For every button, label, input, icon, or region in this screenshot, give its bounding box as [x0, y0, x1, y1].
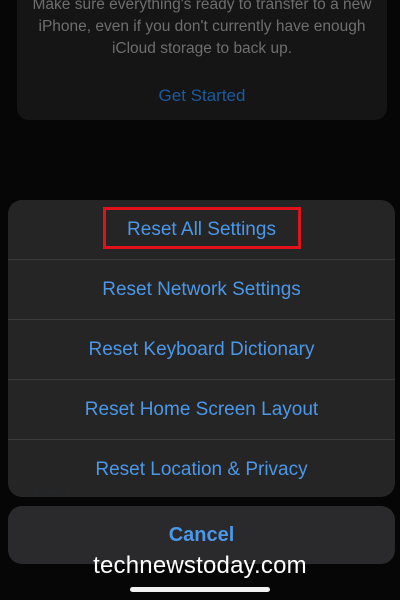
home-indicator[interactable] — [130, 587, 270, 592]
highlight-box — [103, 207, 301, 249]
reset-location-privacy-button[interactable]: Reset Location & Privacy — [8, 440, 395, 497]
reset-home-screen-layout-button[interactable]: Reset Home Screen Layout — [8, 380, 395, 440]
watermark: technewstoday.com — [93, 552, 307, 579]
reset-all-settings-button[interactable]: Reset All Settings — [8, 200, 395, 260]
reset-action-sheet: Reset All Settings Reset Network Setting… — [8, 200, 395, 497]
sheet-item-label: Reset Location & Privacy — [95, 458, 308, 480]
reset-network-settings-button[interactable]: Reset Network Settings — [8, 260, 395, 320]
get-started-link[interactable]: Get Started — [17, 86, 387, 106]
screen: Make sure everything's ready to transfer… — [0, 0, 400, 600]
reset-keyboard-dictionary-button[interactable]: Reset Keyboard Dictionary — [8, 320, 395, 380]
background-description: Make sure everything's ready to transfer… — [32, 0, 372, 57]
sheet-item-label: Reset Home Screen Layout — [84, 398, 319, 420]
sheet-item-label: Reset Network Settings — [102, 278, 301, 300]
cancel-label: Cancel — [168, 523, 235, 546]
sheet-item-label: Reset Keyboard Dictionary — [88, 338, 315, 360]
